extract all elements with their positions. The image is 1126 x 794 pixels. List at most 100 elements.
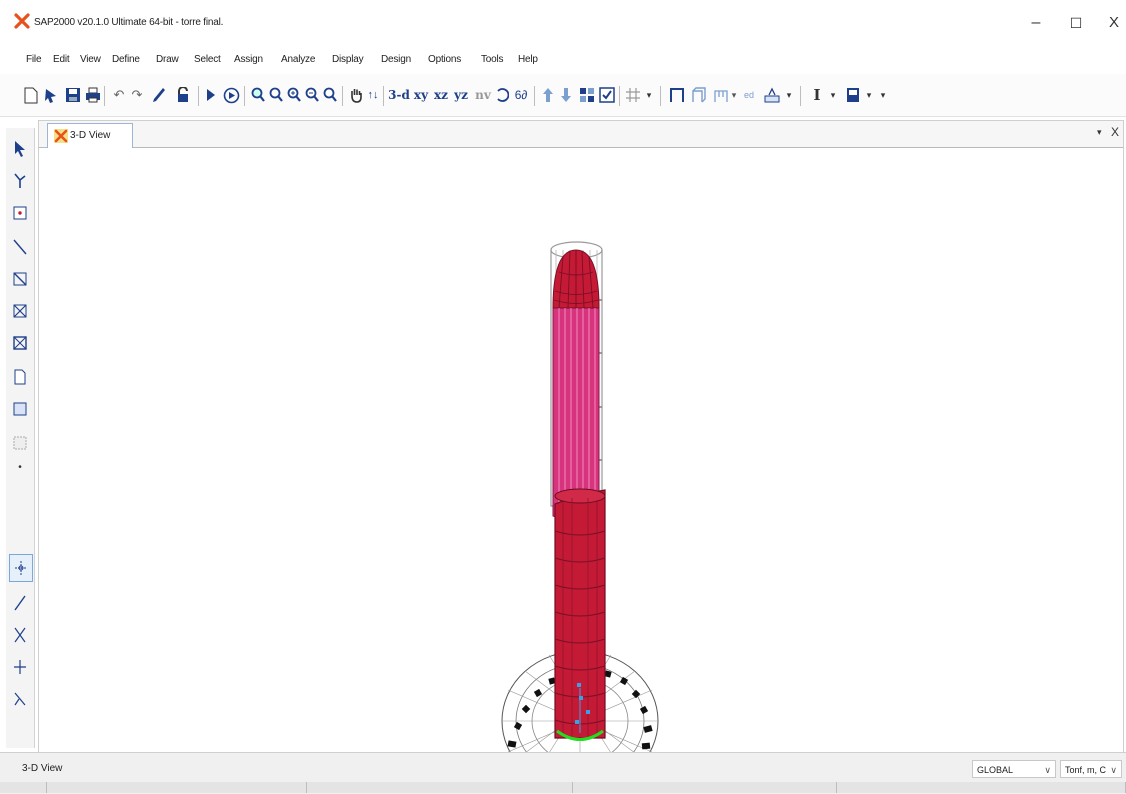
- snap-points-icon[interactable]: [9, 554, 33, 582]
- zoom-restore-icon[interactable]: [268, 84, 284, 106]
- set-display-dropdown-icon[interactable]: ▾: [828, 84, 838, 106]
- taskbar-segment: [306, 782, 573, 793]
- toolbar-separator: [342, 86, 343, 106]
- model-3d-canvas[interactable]: [39, 148, 1123, 753]
- print-icon[interactable]: [84, 84, 102, 106]
- show-grid-icon[interactable]: [624, 84, 642, 106]
- toolbar-separator: [800, 86, 801, 106]
- set-display-options-icon[interactable]: [598, 84, 616, 106]
- rotate-3d-icon[interactable]: [494, 84, 510, 106]
- units-select[interactable]: Tonf, m, C ∨: [1060, 760, 1122, 778]
- view-yz-button[interactable]: yz: [452, 84, 470, 106]
- menu-options[interactable]: Options: [428, 54, 461, 65]
- set-display-button[interactable]: I: [808, 84, 826, 106]
- perspective-toggle-icon[interactable]: 6∂: [512, 84, 530, 106]
- undo-icon[interactable]: ↶: [110, 84, 128, 106]
- menu-display[interactable]: Display: [332, 54, 364, 65]
- minimize-button[interactable]: –: [1016, 10, 1056, 36]
- quick-draw-braces-icon[interactable]: [9, 298, 31, 324]
- menu-tools[interactable]: Tools: [481, 54, 504, 65]
- draw-frame-cable-icon[interactable]: [9, 234, 31, 260]
- rubber-band-zoom-icon[interactable]: ↑↓: [366, 84, 380, 106]
- menu-define[interactable]: Define: [112, 54, 140, 65]
- zoom-full-icon[interactable]: [322, 84, 338, 106]
- save-icon[interactable]: [64, 84, 82, 106]
- menu-assign[interactable]: Assign: [234, 54, 263, 65]
- maximize-button[interactable]: ☐: [1056, 10, 1096, 36]
- zoom-in-icon[interactable]: [286, 84, 302, 106]
- menu-edit[interactable]: Edit: [53, 54, 70, 65]
- draw-poly-area-icon[interactable]: [9, 364, 31, 390]
- snap-intersections-icon[interactable]: [9, 622, 31, 648]
- view-nv-label: nv: [475, 88, 491, 102]
- run-now-icon[interactable]: [222, 84, 240, 106]
- show-grid-dropdown-icon[interactable]: ▾: [644, 84, 654, 106]
- draw-rectangular-area-icon[interactable]: [9, 396, 31, 422]
- quick-draw-frame-icon[interactable]: [9, 266, 31, 292]
- units-value: Tonf, m, C: [1065, 765, 1107, 775]
- quick-draw-secondary-beams-icon[interactable]: [9, 330, 31, 356]
- snap-ends-icon[interactable]: [9, 590, 31, 616]
- menu-design[interactable]: Design: [381, 54, 411, 65]
- toolbar-separator: [534, 86, 535, 106]
- view-xy-label: xy: [413, 88, 429, 102]
- object-shrink-icon[interactable]: [578, 84, 596, 106]
- view-close-button[interactable]: X: [1111, 125, 1119, 139]
- sap2000-logo-icon: [54, 129, 68, 143]
- taskbar-segment: [0, 782, 47, 793]
- edit-pencil-icon[interactable]: [150, 84, 168, 106]
- toolbar-more-icon[interactable]: •: [9, 454, 31, 480]
- draw-area-icon[interactable]: [762, 84, 782, 106]
- draw-link-icon[interactable]: [712, 84, 730, 106]
- toolbar-separator: [104, 86, 105, 106]
- status-view-name: 3-D View: [22, 763, 63, 774]
- zoom-out-icon[interactable]: [304, 84, 320, 106]
- tab-3d-view[interactable]: 3-D View: [47, 123, 133, 148]
- toolbar-separator: [198, 86, 199, 106]
- toolbar-overflow-icon[interactable]: ▾: [878, 84, 888, 106]
- snap-lines-edges-icon[interactable]: [9, 686, 31, 712]
- menu-file[interactable]: File: [26, 54, 42, 65]
- view-tab-strip: 3-D View ▾ X: [39, 121, 1123, 148]
- draw-frame-icon[interactable]: [668, 84, 686, 106]
- view-xy-button[interactable]: xy: [412, 84, 430, 106]
- menu-view[interactable]: View: [80, 54, 101, 65]
- coordinate-system-select[interactable]: GLOBAL ∨: [972, 760, 1056, 778]
- material-view-dropdown-icon[interactable]: ▾: [864, 84, 874, 106]
- view-nv-button[interactable]: nv: [474, 84, 492, 106]
- material-view-icon[interactable]: [844, 84, 862, 106]
- zoom-window-icon[interactable]: [250, 84, 266, 106]
- menu-bar: File Edit View Define Draw Select Assign…: [0, 44, 1126, 74]
- redo-icon[interactable]: ↷: [128, 84, 146, 106]
- view-xz-button[interactable]: xz: [432, 84, 450, 106]
- quick-draw-area-icon[interactable]: [9, 430, 31, 456]
- snap-perpendicular-icon[interactable]: [9, 654, 31, 680]
- draw-area-dropdown-icon[interactable]: ▾: [784, 84, 794, 106]
- menu-analyze[interactable]: Analyze: [281, 54, 315, 65]
- menu-draw[interactable]: Draw: [156, 54, 179, 65]
- taskbar-strip: [0, 782, 1126, 793]
- draw-link-dropdown-icon[interactable]: ▾: [730, 84, 738, 106]
- close-button[interactable]: X: [1094, 10, 1126, 36]
- reshape-object-icon[interactable]: [9, 168, 31, 194]
- toolbar-separator: [660, 86, 661, 106]
- menu-help[interactable]: Help: [518, 54, 538, 65]
- draw-toolbar: •: [6, 128, 35, 748]
- menu-select[interactable]: Select: [194, 54, 221, 65]
- move-down-icon[interactable]: [558, 84, 574, 106]
- new-model-icon[interactable]: [22, 84, 40, 106]
- pointer-select-icon[interactable]: [9, 136, 31, 162]
- run-analysis-icon[interactable]: [204, 84, 218, 106]
- lock-icon[interactable]: [174, 84, 192, 106]
- view-3d-button[interactable]: 3-d: [388, 84, 410, 106]
- move-up-icon[interactable]: [540, 84, 556, 106]
- draw-frame-3d-icon[interactable]: [690, 84, 708, 106]
- coordinate-system-value: GLOBAL: [977, 765, 1014, 775]
- tab-label: 3-D View: [70, 130, 111, 141]
- draw-joint-icon[interactable]: [9, 200, 31, 226]
- view-dropdown-icon[interactable]: ▾: [1097, 127, 1102, 138]
- title-bar: SAP2000 v20.1.0 Ultimate 64-bit - torre …: [0, 0, 1126, 44]
- draw-section-cut-icon[interactable]: ed: [740, 84, 758, 106]
- pan-hand-icon[interactable]: [348, 84, 364, 106]
- open-icon[interactable]: [42, 84, 60, 106]
